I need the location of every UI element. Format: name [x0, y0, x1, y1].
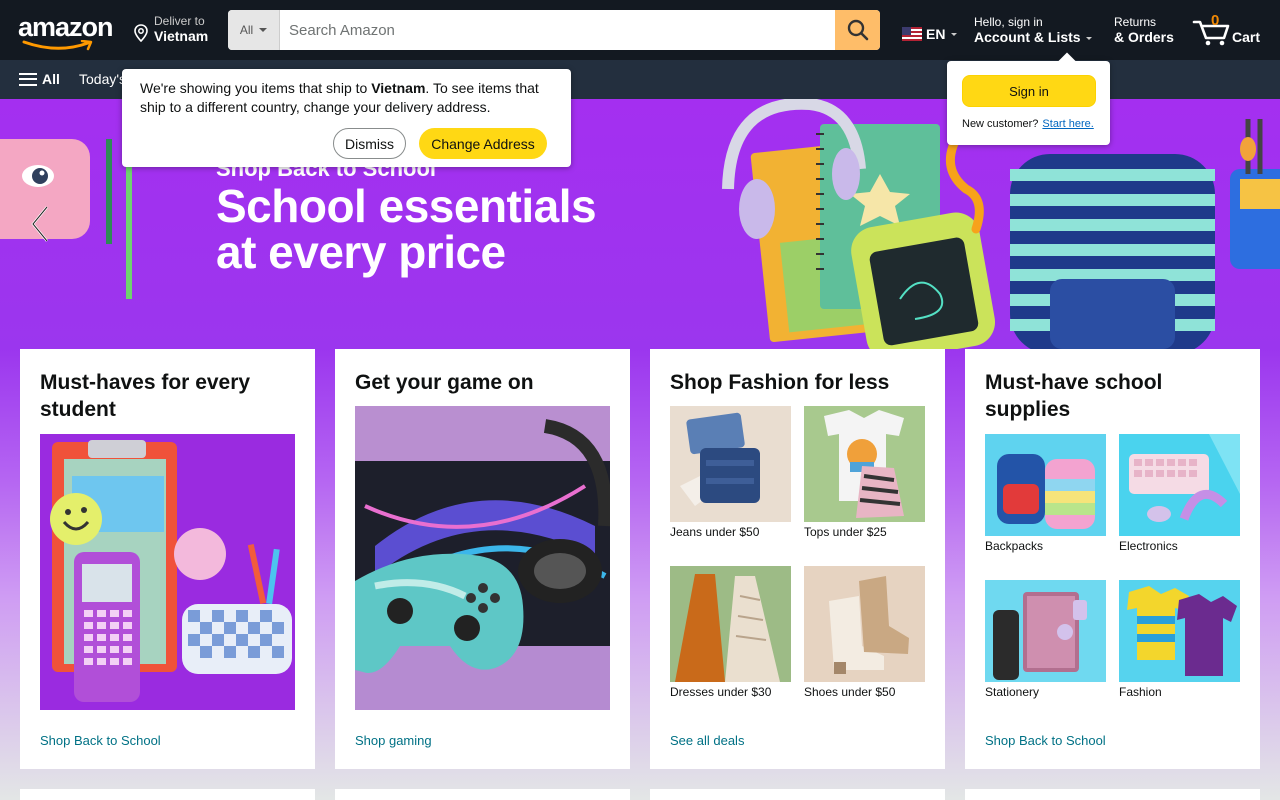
- all-label: All: [42, 71, 60, 87]
- next-row-card: [335, 789, 630, 800]
- card-title: Get your game on: [355, 371, 534, 394]
- supplies-item-caption: Stationery: [985, 685, 1040, 699]
- amazon-logo[interactable]: amazon: [18, 12, 118, 52]
- cart-label: Cart: [1232, 29, 1261, 45]
- ship-to-message: We're showing you items that ship to Vie…: [140, 79, 553, 117]
- returns-label: Returns: [1114, 15, 1157, 29]
- cart-button[interactable]: 0 Cart: [1192, 12, 1264, 48]
- change-address-button[interactable]: Change Address: [419, 128, 547, 159]
- cart-count: 0: [1211, 12, 1220, 29]
- jeans-image: [670, 406, 791, 522]
- hero-title: School essentials at every price: [216, 180, 597, 278]
- hamburger-icon: [19, 72, 37, 86]
- account-label: Account & Lists: [974, 29, 1081, 45]
- carousel-prev-button[interactable]: [20, 199, 60, 249]
- card-link[interactable]: Shop Back to School: [985, 733, 1106, 748]
- sign-in-popover: Sign in New customer? Start here.: [947, 61, 1110, 145]
- start-here-link[interactable]: Start here.: [1042, 118, 1093, 130]
- ship-message-start: We're showing you items that ship to: [140, 80, 372, 96]
- orders-label: & Orders: [1114, 29, 1174, 45]
- card-link[interactable]: See all deals: [670, 733, 744, 748]
- search-input[interactable]: [280, 10, 835, 50]
- card-gaming: Get your game on Shop gaming: [335, 349, 630, 769]
- ship-country: Vietnam: [371, 80, 426, 96]
- kids-fashion-image: [1119, 580, 1240, 682]
- dismiss-button[interactable]: Dismiss: [333, 128, 406, 159]
- supplies-item-backpacks[interactable]: Backpacks: [985, 434, 1106, 553]
- next-row-card: [20, 789, 315, 800]
- account-greeting: Hello, sign in: [974, 15, 1043, 29]
- fashion-item-tops[interactable]: Tops under $25: [804, 406, 925, 539]
- supplies-item-electronics[interactable]: Electronics: [1119, 434, 1240, 553]
- card-title: Must-haves for every student: [40, 371, 251, 421]
- language-selector[interactable]: EN: [902, 26, 958, 42]
- search-category-select[interactable]: All: [228, 10, 280, 50]
- ship-to-popover: We're showing you items that ship to Vie…: [122, 69, 571, 167]
- student-supplies-image[interactable]: [40, 434, 295, 710]
- chevron-left-icon: [31, 206, 48, 242]
- card-link[interactable]: Shop Back to School: [40, 733, 161, 748]
- fashion-item-caption: Shoes under $50: [804, 685, 896, 699]
- supplies-item-fashion[interactable]: Fashion: [1119, 580, 1240, 699]
- chevron-down-icon: [1086, 36, 1093, 40]
- location-pin-icon: [134, 24, 148, 42]
- fashion-item-caption: Tops under $25: [804, 525, 887, 539]
- smile-icon: [22, 40, 93, 51]
- search-bar: All: [228, 10, 880, 50]
- language-label: EN: [926, 26, 946, 42]
- account-lists[interactable]: Hello, sign in Account & Lists: [974, 15, 1093, 45]
- fashion-item-shoes[interactable]: Shoes under $50: [804, 566, 925, 699]
- electronics-image: [1119, 434, 1240, 536]
- card-title: Shop Fashion for less: [670, 371, 890, 394]
- search-icon: [847, 19, 868, 41]
- card-school-supplies: Must-have school supplies Backpacks Elec…: [965, 349, 1260, 769]
- fashion-item-dresses[interactable]: Dresses under $30: [670, 566, 791, 699]
- search-button[interactable]: [835, 10, 880, 50]
- next-row-card: [965, 789, 1260, 800]
- card-title: Must-have school supplies: [985, 371, 1163, 421]
- stationery-image: [985, 580, 1106, 682]
- deliver-label: Deliver to: [154, 14, 205, 28]
- deliver-to[interactable]: Deliver to Vietnam: [134, 14, 208, 48]
- top-nav: amazon Deliver to Vietnam All EN: [0, 0, 1280, 60]
- subnav-todays-deals[interactable]: Today's: [79, 71, 126, 87]
- card-must-haves: Must-haves for every student Shop Back t…: [20, 349, 315, 769]
- gaming-controller-image[interactable]: [355, 406, 610, 710]
- card-fashion: Shop Fashion for less Jeans under $50 To…: [650, 349, 945, 769]
- supplies-item-caption: Fashion: [1119, 685, 1162, 699]
- dresses-image: [670, 566, 791, 682]
- chevron-down-icon: [951, 32, 958, 36]
- shoes-image: [804, 566, 925, 682]
- logo-text: amazon: [18, 12, 114, 42]
- backpacks-image: [985, 434, 1106, 536]
- new-customer-label: New customer?: [962, 118, 1039, 130]
- fashion-item-caption: Dresses under $30: [670, 685, 772, 699]
- fashion-item-jeans[interactable]: Jeans under $50: [670, 406, 791, 539]
- returns-orders[interactable]: Returns & Orders: [1114, 15, 1174, 45]
- supplies-item-caption: Electronics: [1119, 539, 1178, 553]
- hero-title-line2: at every price: [216, 226, 506, 278]
- card-link[interactable]: Shop gaming: [355, 733, 432, 748]
- all-menu-button[interactable]: All: [19, 71, 60, 87]
- supplies-item-caption: Backpacks: [985, 539, 1044, 553]
- us-flag-icon: [902, 27, 922, 41]
- tops-image: [804, 406, 925, 522]
- hero-banner[interactable]: Shop Back to School School essentials at…: [0, 99, 1280, 800]
- search-category-label: All: [239, 23, 254, 37]
- next-row-card: [650, 789, 945, 800]
- sign-in-button[interactable]: Sign in: [962, 75, 1096, 107]
- new-customer-text: New customer? Start here.: [962, 118, 1094, 130]
- hero-title-line1: School essentials: [216, 180, 597, 232]
- deliver-country: Vietnam: [154, 28, 209, 44]
- chevron-down-icon: [259, 28, 268, 32]
- supplies-item-stationery[interactable]: Stationery: [985, 580, 1106, 699]
- fashion-item-caption: Jeans under $50: [670, 525, 760, 539]
